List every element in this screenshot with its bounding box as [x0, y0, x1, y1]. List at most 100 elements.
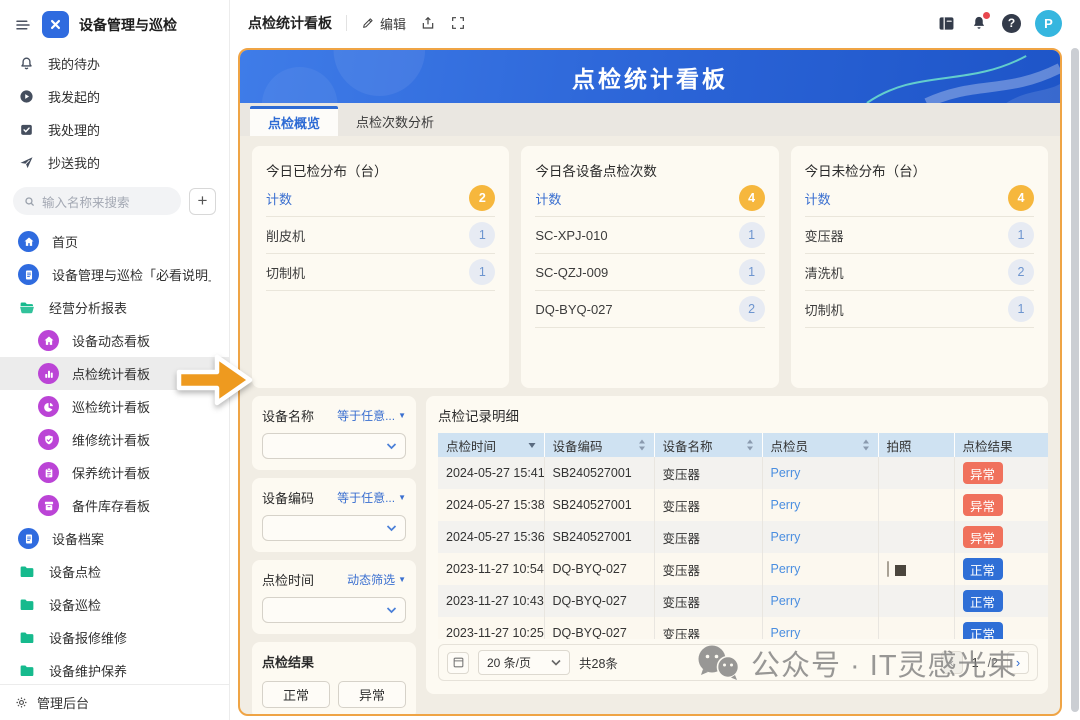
sidebar-item-shield-check[interactable]: 维修统计看板 — [0, 423, 229, 456]
cell-result: 正常 — [954, 617, 1048, 639]
banner-decoration — [240, 50, 1060, 103]
page-scrollbar[interactable] — [1071, 48, 1079, 712]
sidebar-item-folder-open[interactable]: 经营分析报表 — [0, 291, 229, 324]
tab-overview[interactable]: 点检概览 — [250, 106, 338, 136]
chevron-down-icon — [551, 659, 561, 666]
filter-operator-dropdown[interactable]: 等于任意...▼ — [337, 407, 406, 424]
quick-item[interactable]: 我的待办 — [0, 47, 229, 80]
stat-row-label: 变压器 — [805, 226, 844, 245]
edit-button[interactable]: 编辑 — [361, 14, 406, 33]
folder-icon — [18, 563, 36, 581]
home-icon — [38, 330, 59, 351]
sidebar-item-label: 设备点检 — [49, 562, 101, 581]
quick-item[interactable]: 抄送我的 — [0, 146, 229, 179]
search-input[interactable]: 输入名称来搜索 — [13, 187, 181, 215]
sidebar-item-document[interactable]: 设备档案 — [0, 522, 229, 555]
quick-item-label: 我的待办 — [48, 54, 100, 73]
sidebar-item-document[interactable]: 设备管理与巡检「必看说明」 — [0, 258, 229, 291]
filter-card: 点检时间 动态筛选▼ — [252, 560, 416, 634]
edit-label: 编辑 — [380, 14, 406, 33]
current-page[interactable]: 1 — [972, 656, 979, 670]
table-header-sortable[interactable]: 点检时间 — [438, 433, 544, 457]
table-header-label: 设备编码 — [553, 436, 603, 455]
next-page-button[interactable]: › — [1007, 651, 1029, 674]
sidebar-item-label: 点检统计看板 — [72, 364, 150, 383]
result-normal-button[interactable]: 正常 — [262, 681, 330, 708]
chevron-down-icon — [386, 442, 397, 450]
caret-down-icon: ▼ — [398, 411, 406, 420]
cell-inspector-link[interactable]: Perry — [762, 585, 878, 617]
sidebar-item-folder[interactable]: 设备维护保养 — [0, 654, 229, 684]
add-button[interactable]: + — [189, 188, 216, 215]
quick-item[interactable]: 我处理的 — [0, 113, 229, 146]
quick-item-label: 我处理的 — [48, 120, 100, 139]
table-header-sortable[interactable]: 点检员 — [762, 433, 878, 457]
page-size-select[interactable]: 20 条/页 — [478, 650, 570, 675]
docs-panel-icon[interactable] — [937, 15, 956, 32]
quick-item-label: 我发起的 — [48, 87, 100, 106]
sidebar-item-folder[interactable]: 设备点检 — [0, 555, 229, 588]
table-viewport: 点检时间设备编码设备名称点检员拍照点检结果 2024-05-27 15:41SB… — [438, 433, 1048, 639]
stat-row-label: DQ-BYQ-027 — [535, 302, 612, 317]
table-header-plain: 拍照 — [878, 433, 954, 457]
table-header-sortable[interactable]: 设备名称 — [654, 433, 762, 457]
cell-time: 2024-05-27 15:38 — [438, 489, 544, 521]
filter-value-select[interactable] — [262, 597, 406, 623]
sidebar-item-label: 设备报修维修 — [49, 628, 127, 647]
folder-open-icon — [18, 299, 36, 317]
sort-both-icon — [746, 439, 754, 451]
filter-operator-dropdown[interactable]: 动态筛选▼ — [347, 571, 406, 588]
cell-inspector-link[interactable]: Perry — [762, 521, 878, 553]
table-row: 2023-11-27 10:25DQ-BYQ-027变压器Perry正常 — [438, 617, 1048, 639]
tab-count-analysis[interactable]: 点检次数分析 — [338, 106, 452, 136]
user-avatar[interactable]: P — [1035, 10, 1062, 37]
sidebar-item-clipboard[interactable]: 保养统计看板 — [0, 456, 229, 489]
filter-value-select[interactable] — [262, 433, 406, 459]
cell-photo — [878, 521, 954, 553]
gear-icon — [14, 695, 29, 710]
result-abnormal-button[interactable]: 异常 — [338, 681, 406, 708]
help-icon[interactable]: ? — [1002, 14, 1021, 33]
cell-inspector-link[interactable]: Perry — [762, 617, 878, 639]
photo-thumbnail[interactable] — [887, 561, 889, 577]
cell-inspector-link[interactable]: Perry — [762, 457, 878, 489]
chevron-down-icon — [386, 606, 397, 614]
cell-inspector-link[interactable]: Perry — [762, 489, 878, 521]
cell-code: DQ-BYQ-027 — [544, 553, 654, 585]
total-pages: /2 — [988, 656, 998, 670]
sidebar-item-label: 设备动态看板 — [72, 331, 150, 350]
filter-card-result: 点检结果 正常 异常 — [252, 642, 416, 716]
table-header-sortable[interactable]: 设备编码 — [544, 433, 654, 457]
cell-result: 正常 — [954, 553, 1048, 585]
sidebar-item-label: 设备管理与巡检「必看说明」 — [52, 265, 211, 284]
sidebar-item-folder[interactable]: 设备巡检 — [0, 588, 229, 621]
stat-row-value: 1 — [1008, 222, 1034, 248]
cell-photo — [878, 617, 954, 639]
sidebar-item-home[interactable]: 首页 — [0, 225, 229, 258]
notification-bell-icon[interactable] — [970, 14, 988, 32]
quick-item[interactable]: 我发起的 — [0, 80, 229, 113]
stat-row-value: 1 — [469, 222, 495, 248]
stat-row: 计数 4 — [535, 180, 764, 217]
cell-name: 变压器 — [654, 617, 762, 639]
table-row: 2023-11-27 10:43DQ-BYQ-027变压器Perry正常 — [438, 585, 1048, 617]
admin-backend-label: 管理后台 — [37, 693, 89, 712]
filter-value-select[interactable] — [262, 515, 406, 541]
fullscreen-icon[interactable] — [450, 15, 466, 31]
stat-row-value: 1 — [469, 259, 495, 285]
page-title: 点检统计看板 — [248, 13, 332, 33]
document-icon — [18, 264, 39, 285]
cell-inspector-link[interactable]: Perry — [762, 553, 878, 585]
row-index-toggle-button[interactable] — [447, 652, 469, 674]
pagination-bar: 20 条/页 共28条 ‹ 1 /2 › — [438, 644, 1038, 681]
prev-page-button[interactable]: ‹ — [941, 651, 963, 674]
sidebar-item-archive-box[interactable]: 备件库存看板 — [0, 489, 229, 522]
collapse-menu-icon[interactable] — [14, 16, 32, 34]
share-icon[interactable] — [420, 15, 436, 31]
sidebar-item-label: 经营分析报表 — [49, 298, 127, 317]
admin-backend-item[interactable]: 管理后台 — [0, 684, 229, 720]
sidebar-item-folder[interactable]: 设备报修维修 — [0, 621, 229, 654]
send-icon — [18, 154, 35, 171]
cell-photo — [878, 553, 954, 585]
filter-operator-dropdown[interactable]: 等于任意...▼ — [337, 489, 406, 506]
